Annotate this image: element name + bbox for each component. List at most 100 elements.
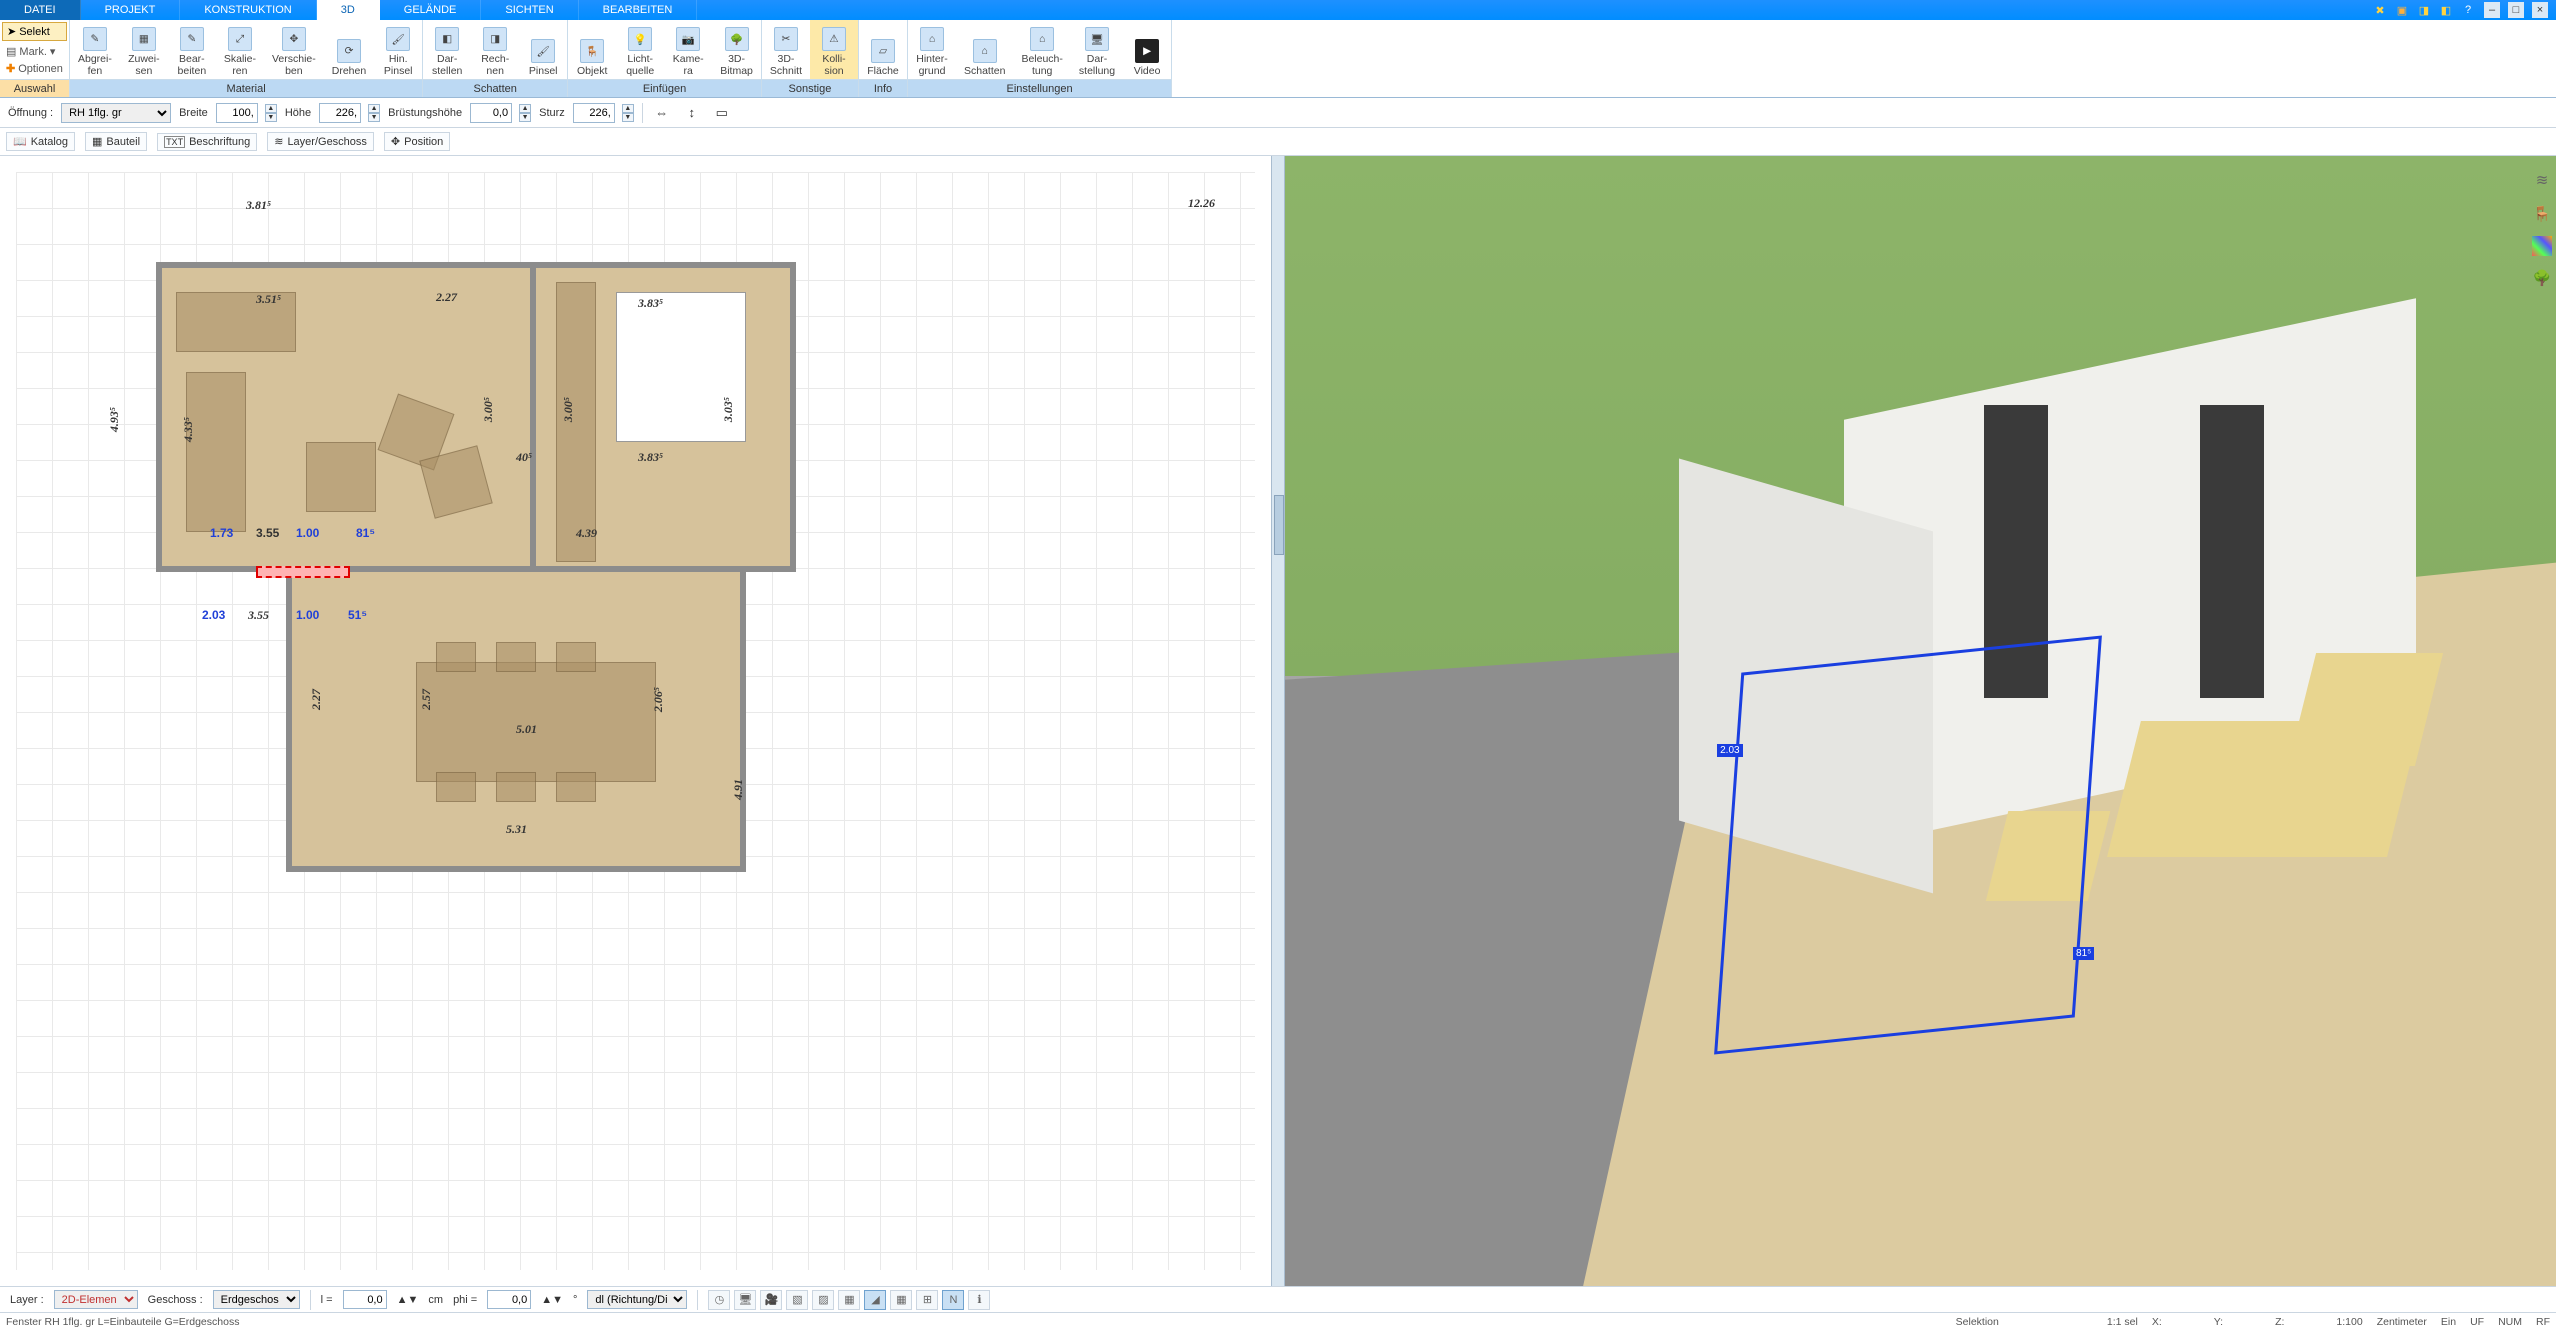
info-icon[interactable]: ℹ [968,1290,990,1310]
dim: 4.93⁵ [107,407,122,432]
tab-projekt[interactable]: PROJEKT [81,0,181,20]
eyedropper-icon: ✎ [83,27,107,51]
spin-bruestung[interactable]: ▲▼ [519,104,531,122]
btn-darstellen[interactable]: ◧Dar- stellen [423,20,471,79]
btn-pinsel[interactable]: 🖌Pinsel [519,20,567,79]
btn-kamera[interactable]: 📷Kame- ra [664,20,712,79]
selected-door[interactable] [256,566,350,578]
ribbon: ➤Selekt ▤Mark.▾ ✚Optionen Auswahl ✎Abgre… [0,20,2556,98]
input-sturz[interactable] [573,103,615,123]
dim: 4.91 [731,779,746,800]
door-dir-icon[interactable]: ▭ [711,103,733,123]
btn-verschieben[interactable]: ✥Verschie- ben [264,20,324,79]
input-bruestung[interactable] [470,103,512,123]
input-phi[interactable] [487,1290,531,1309]
status-bar: Fenster RH 1flg. gr L=Einbauteile G=Erdg… [0,1312,2556,1330]
btn-beleuchtung[interactable]: ⌂Beleuch- tung [1013,20,1070,79]
status-ein: Ein [2441,1316,2456,1328]
clock-icon[interactable]: ◷ [708,1290,730,1310]
status-num: NUM [2498,1316,2522,1328]
btn-katalog[interactable]: 📖Katalog [6,132,75,151]
view-3d[interactable]: 2.03 81⁵ ≋ 🪑 🌳 [1285,156,2556,1286]
spin-l[interactable]: ▲▼ [397,1294,419,1306]
btn-schatten[interactable]: ⌂Schatten [956,20,1013,79]
tab-datei[interactable]: DATEI [0,0,81,20]
btn-position[interactable]: ✥Position [384,132,450,151]
btn-hinpinsel[interactable]: 🖌Hin. Pinsel [374,20,422,79]
btn-abgreifen[interactable]: ✎Abgrei- fen [70,20,120,79]
dim: 3.55 [248,608,269,623]
select-layer[interactable]: 2D-Elemen [54,1290,138,1309]
chair-icon[interactable]: 🪑 [2530,202,2554,226]
btn-3dbitmap[interactable]: 🌳3D- Bitmap [712,20,761,79]
btn-objekt[interactable]: 🪑Objekt [568,20,616,79]
options-button[interactable]: ✚Optionen [2,61,67,76]
btn-flaeche[interactable]: ▱Fläche [859,20,907,79]
group-auswahl: Auswahl [0,79,69,97]
tree-icon[interactable]: 🌳 [2530,266,2554,290]
shade-icon[interactable]: ◢ [864,1290,886,1310]
spin-sturz[interactable]: ▲▼ [622,104,634,122]
btn-drehen[interactable]: ⟳Drehen [324,20,374,79]
dim: 4.33⁵ [181,417,196,442]
lighting-icon: ⌂ [1030,27,1054,51]
btn-darstellung[interactable]: 🖥Dar- stellung [1071,20,1123,79]
stack2-icon[interactable]: ▨ [812,1290,834,1310]
tab-3d[interactable]: 3D [317,0,380,20]
select-dl[interactable]: dl (Richtung/Di [587,1290,687,1309]
misc1-icon[interactable]: ◨ [2416,2,2432,18]
splitter[interactable] [1271,156,1285,1286]
layers-icon[interactable]: ≋ [2530,168,2554,192]
mirror-v-icon[interactable]: ↕ [681,103,703,123]
maximize-button[interactable]: □ [2508,2,2524,18]
dim: 3.51⁵ [256,292,281,307]
video-icon: ▶ [1135,39,1159,63]
input-hoehe[interactable] [319,103,361,123]
btn-3dschnitt[interactable]: ✂3D- Schnitt [762,20,810,79]
btn-hintergrund[interactable]: ⌂Hinter- grund [908,20,956,79]
cam2-icon[interactable]: 🎥 [760,1290,782,1310]
btn-layer[interactable]: ≋Layer/Geschoss [267,132,374,151]
view-2d[interactable]: 3.81⁵ 12.26 3.51⁵ 2.27 4.93⁵ 4.33⁵ 3.00⁵… [0,156,1271,1286]
mark-button[interactable]: ▤Mark.▾ [2,44,67,59]
tab-gelaende[interactable]: GELÄNDE [380,0,482,20]
minimize-button[interactable]: – [2484,2,2500,18]
close-button[interactable]: × [2532,2,2548,18]
input-l[interactable] [343,1290,387,1309]
help-icon[interactable]: ? [2460,2,2476,18]
tab-konstruktion[interactable]: KONSTRUKTION [180,0,316,20]
spin-phi[interactable]: ▲▼ [541,1294,563,1306]
spin-hoehe[interactable]: ▲▼ [368,104,380,122]
pref-icon[interactable]: ▣ [2394,2,2410,18]
north-icon[interactable]: N [942,1290,964,1310]
btn-skalieren[interactable]: ⤢Skalie- ren [216,20,264,79]
tools-icon[interactable]: ✖ [2372,2,2388,18]
select-geschoss[interactable]: Erdgeschos [213,1290,300,1309]
label-hoehe: Höhe [285,107,311,119]
mirror-h-icon[interactable]: ⇔ [651,103,673,123]
btn-bauteil[interactable]: ▦Bauteil [85,132,147,151]
color-icon[interactable] [2532,236,2552,256]
btn-zuweisen[interactable]: ▦Zuwei- sen [120,20,168,79]
dim: 2.57 [419,689,434,710]
btn-rechnen[interactable]: ◨Rech- nen [471,20,519,79]
input-oeffnung[interactable]: RH 1flg. gr [61,103,171,123]
misc2-icon[interactable]: ◧ [2438,2,2454,18]
grid-icon[interactable]: ⊞ [916,1290,938,1310]
btn-kollision[interactable]: ⚠Kolli- sion [810,20,858,79]
select-button[interactable]: ➤Selekt [2,22,67,41]
stack1-icon[interactable]: ▧ [786,1290,808,1310]
btn-video[interactable]: ▶Video [1123,20,1171,79]
btn-bearbeiten[interactable]: ✎Bear- beiten [168,20,216,79]
wire-icon[interactable]: ▦ [890,1290,912,1310]
tab-sichten[interactable]: SICHTEN [481,0,578,20]
btn-beschriftung[interactable]: TXTBeschriftung [157,133,257,151]
spin-breite[interactable]: ▲▼ [265,104,277,122]
btn-lichtquelle[interactable]: 💡Licht- quelle [616,20,664,79]
label-icon: TXT [164,136,185,148]
input-breite[interactable] [216,103,258,123]
stack3-icon[interactable]: ▦ [838,1290,860,1310]
tab-bearbeiten[interactable]: BEARBEITEN [579,0,698,20]
label-l: l = [321,1294,333,1306]
monitor-icon[interactable]: 🖥 [734,1290,756,1310]
